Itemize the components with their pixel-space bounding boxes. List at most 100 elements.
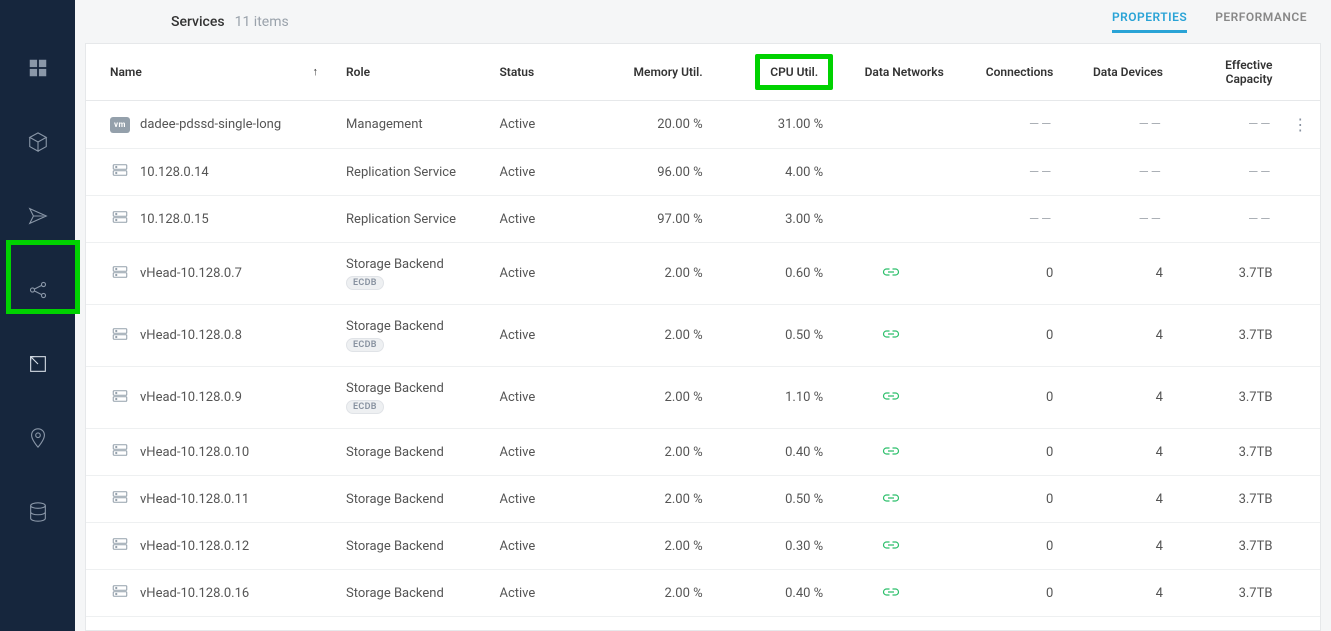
cell-cpu: 4.00 %	[711, 149, 832, 196]
table-row[interactable]: vmdadee-pdssd-single-longManagementActiv…	[86, 101, 1320, 149]
role-text: Storage Backend	[346, 539, 444, 554]
share-icon	[27, 279, 49, 301]
sort-asc-icon: ↑	[313, 65, 319, 78]
cell-status: Active	[491, 149, 590, 196]
table-row[interactable]: vHead-10.128.0.16Storage BackendActive2.…	[86, 570, 1320, 617]
cell-cpu: 0.50 %	[711, 305, 832, 367]
server-icon	[111, 441, 129, 463]
cell-role: Management	[338, 101, 491, 149]
cell-cpu: 0.40 %	[711, 570, 832, 617]
service-name: 10.128.0.15	[140, 212, 209, 227]
service-name: vHead-10.128.0.8	[140, 328, 242, 343]
col-capacity[interactable]: Effective Capacity	[1171, 44, 1281, 101]
cell-status: Active	[491, 429, 590, 476]
table-row[interactable]: vHead-10.128.0.12Storage BackendActive2.…	[86, 523, 1320, 570]
col-connections[interactable]: Connections	[952, 44, 1062, 101]
cell-connections: ——	[952, 149, 1062, 196]
ecdb-badge: ECDB	[346, 400, 384, 414]
row-menu-button	[1280, 617, 1320, 631]
nav-send[interactable]	[14, 192, 62, 240]
col-role[interactable]: Role	[338, 44, 491, 101]
role-text: Storage Backend	[346, 492, 444, 507]
service-name: 10.128.0.14	[140, 165, 209, 180]
cell-network	[831, 476, 952, 523]
table-row[interactable]: vHead-10.128.0.11Storage BackendActive2.…	[86, 476, 1320, 523]
col-menu	[1280, 44, 1320, 101]
role-text: Management	[346, 117, 423, 132]
link-icon	[882, 266, 900, 281]
cell-devices: 4	[1061, 523, 1171, 570]
cell-capacity: 3.7TB	[1171, 305, 1281, 367]
row-menu-button[interactable]: ⋮	[1280, 101, 1320, 149]
cell-capacity: 3.7TB	[1171, 367, 1281, 429]
cell-role: Storage BackendECDB	[338, 243, 491, 305]
table-row[interactable]: vHead-10.128.0.10Storage BackendActive2.…	[86, 429, 1320, 476]
col-name[interactable]: Name ↑	[86, 44, 338, 101]
col-status[interactable]: Status	[491, 44, 590, 101]
ecdb-badge: ECDB	[346, 338, 384, 352]
cell-status: Active	[491, 570, 590, 617]
cell-network	[831, 101, 952, 149]
row-menu-button	[1280, 305, 1320, 367]
cell-network	[831, 305, 952, 367]
cell-devices: 4	[1061, 305, 1171, 367]
cell-network	[831, 570, 952, 617]
cell-status: Active	[491, 523, 590, 570]
cell-status: Active	[491, 305, 590, 367]
tab-performance[interactable]: PERFORMANCE	[1215, 10, 1307, 33]
nav-location[interactable]	[14, 414, 62, 462]
table-row[interactable]: 10.128.0.14Replication ServiceActive96.0…	[86, 149, 1320, 196]
nav-services[interactable]	[14, 340, 62, 388]
cell-memory: 2.00 %	[590, 367, 711, 429]
row-menu-button	[1280, 149, 1320, 196]
table-row[interactable]: vHead-10.128.0.9Storage BackendECDBActiv…	[86, 367, 1320, 429]
nav-share[interactable]	[14, 266, 62, 314]
cell-connections: 0	[952, 243, 1062, 305]
table-row[interactable]: 10.128.0.15Replication ServiceActive97.0…	[86, 196, 1320, 243]
col-memory[interactable]: Memory Util.	[590, 44, 711, 101]
nav-database[interactable]	[14, 488, 62, 536]
link-icon	[882, 539, 900, 554]
table-panel: Name ↑ Role Status Memory Util. CPU Util…	[85, 43, 1321, 631]
row-menu-button	[1280, 367, 1320, 429]
tab-properties[interactable]: PROPERTIES	[1112, 10, 1187, 33]
cell-role: Replication Service	[338, 196, 491, 243]
col-networks[interactable]: Data Networks	[831, 44, 952, 101]
services-table: Name ↑ Role Status Memory Util. CPU Util…	[86, 44, 1320, 631]
col-cpu-highlight: CPU Util.	[755, 54, 833, 90]
cell-role: Storage Backend	[338, 476, 491, 523]
table-row[interactable]: vHead-10.128.0.7Storage BackendECDBActiv…	[86, 243, 1320, 305]
row-menu-button	[1280, 429, 1320, 476]
cell-devices: ——	[1061, 149, 1171, 196]
cell-role: Storage Backend	[338, 429, 491, 476]
service-name: vHead-10.128.0.16	[140, 586, 249, 601]
table-row[interactable]: vHead-10.128.0.17Storage BackendActive2.…	[86, 617, 1320, 631]
cell-memory: 2.00 %	[590, 617, 711, 631]
cell-capacity: 3.7TB	[1171, 476, 1281, 523]
cell-cpu: 0.40 %	[711, 429, 832, 476]
cell-devices: 4	[1061, 570, 1171, 617]
nav-dashboard[interactable]	[14, 44, 62, 92]
col-devices[interactable]: Data Devices	[1061, 44, 1171, 101]
cell-cpu: 0.50 %	[711, 476, 832, 523]
nav-cube[interactable]	[14, 118, 62, 166]
role-text: Replication Service	[346, 165, 456, 180]
role-text: Storage Backend	[346, 381, 444, 396]
link-icon	[882, 328, 900, 343]
main-area: Services 11 items PROPERTIES PERFORMANCE…	[75, 0, 1331, 631]
link-icon	[882, 586, 900, 601]
row-menu-button	[1280, 476, 1320, 523]
send-icon	[27, 205, 49, 227]
col-cpu[interactable]: CPU Util.	[711, 44, 832, 101]
cell-cpu: 0.60 %	[711, 243, 832, 305]
pin-icon	[27, 427, 49, 449]
cell-capacity: 3.7TB	[1171, 570, 1281, 617]
service-name: vHead-10.128.0.7	[140, 266, 242, 281]
link-icon	[882, 445, 900, 460]
item-count: 11 items	[235, 14, 289, 30]
table-row[interactable]: vHead-10.128.0.8 Storage BackendECDBActiv…	[86, 305, 1320, 367]
service-name: dadee-pdssd-single-long	[140, 117, 281, 132]
cell-role: Storage Backend	[338, 617, 491, 631]
cell-devices: 4	[1061, 429, 1171, 476]
cell-role: Storage BackendECDB	[338, 305, 491, 367]
